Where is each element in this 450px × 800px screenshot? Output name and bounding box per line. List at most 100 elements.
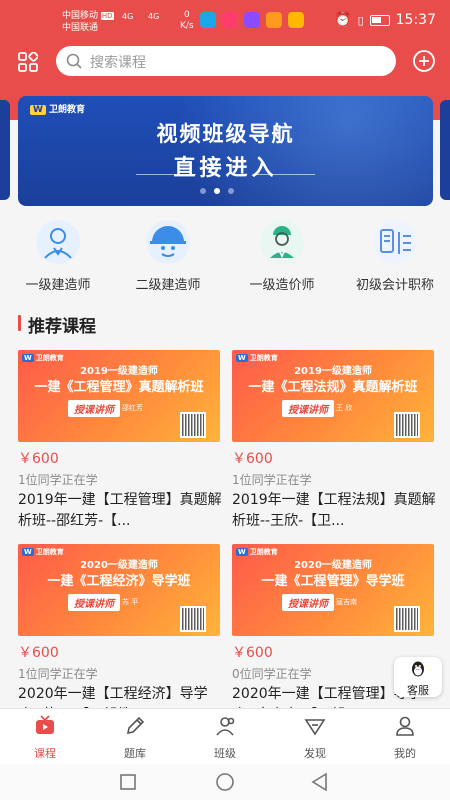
clock: 15:37 [395,12,436,28]
tab-label: 我的 [394,747,416,760]
carousel-dot[interactable] [228,188,234,194]
category-label: 一级造价师 [249,278,315,293]
thumb-title: 一建《工程经济》导学班 [47,574,191,589]
course-thumbnail[interactable]: W 卫朗教育 2020一级建造师 一建《工程管理》导学班 授课讲师 寇吉南 [232,544,434,636]
banner-headline: 视频班级导航 [156,122,295,146]
tab-class[interactable]: 班级 [180,715,270,761]
course-thumbnail[interactable]: W 卫朗教育 2019一级建造师 一建《工程法规》真题解析班 授课讲师 王 欣 [232,350,434,442]
top-bar: 搜索课程 [0,44,450,80]
thumb-tag: 授课讲师 [68,400,120,417]
qr-code-icon [394,412,420,438]
pencil-icon [126,716,145,735]
tab-label: 题库 [124,747,146,760]
category-grid-icon[interactable] [18,52,38,72]
carrier-secondary: 中国联通 [62,23,99,33]
app-notif-icon [244,12,260,28]
tab-label: 班级 [214,747,236,760]
net-speed: 0 K/s [180,10,194,32]
category-label: 初级会计职称 [355,278,434,293]
thumb-tag: 授课讲师 [68,594,120,611]
carousel-indicator [200,188,234,194]
logo-text: 卫朗教育 [48,105,85,115]
thumb-teacher: 寇吉南 [336,598,357,606]
category-item[interactable]: 一级造价师 [227,218,337,293]
hardhat-face-icon [146,220,190,264]
qq-penguin-icon [412,661,424,677]
discover-icon [304,719,326,736]
course-title[interactable]: 2019年一建【工程管理】真题解析班--邵红芳-【... [18,490,222,532]
category-item[interactable]: 二级建造师 [113,218,223,293]
app-notif-icon [288,12,304,28]
tab-discover[interactable]: 发现 [270,715,360,761]
thumb-subtitle: 2020一级建造师 [294,560,372,571]
app-notif-icon [200,12,216,28]
home-icon[interactable] [215,772,235,792]
course-card[interactable]: W 卫朗教育 2020一级建造师 一建《工程管理》导学班 授课讲师 寇吉南 ￥60… [232,544,436,726]
category-item[interactable]: 初级会计职称 [340,218,450,293]
net-speed-unit: K/s [180,21,194,31]
tab-profile[interactable]: 我的 [360,715,450,761]
carrier-info: 中国移动 HD 中国联通 [62,10,114,34]
group-icon [216,717,235,736]
engineer-avatar-icon [260,220,304,264]
customer-service-button[interactable]: 客服 [394,657,442,697]
recent-apps-icon[interactable] [118,772,138,792]
thumb-subtitle: 2019一级建造师 [80,366,158,377]
thumb-title: 一建《工程法规》真题解析班 [248,380,418,395]
system-nav-bar [0,764,450,800]
thumb-teacher: 王 欣 [336,404,353,412]
qr-code-icon [180,606,206,632]
section-title: 推荐课程 [18,312,96,337]
course-card[interactable]: W 卫朗教育 2020一级建造师 一建《工程经济》导学班 授课讲师 苏 平 ￥60… [18,544,222,726]
app-notif-icon [266,12,282,28]
thumb-subtitle: 2019一级建造师 [294,366,372,377]
thumb-title: 一建《工程管理》导学班 [261,574,405,589]
signal-4g-2: 4G [148,12,160,21]
course-learners: 1位同学正在学 [18,667,98,681]
category-label: 二级建造师 [135,278,201,293]
user-icon [396,716,414,736]
alarm-icon: ⏰ [334,12,352,28]
course-learners: 1位同学正在学 [232,473,312,487]
logo-mark: W [30,105,46,115]
carousel-dot-active[interactable] [214,188,220,194]
customer-service-label: 客服 [407,684,429,697]
search-input[interactable]: 搜索课程 [56,46,396,76]
course-price: ￥600 [18,645,59,661]
banner-next-peek[interactable] [440,100,450,200]
net-speed-value: 0 [183,10,190,20]
course-card[interactable]: W 卫朗教育 2019一级建造师 一建《工程法规》真题解析班 授课讲师 王 欣 ￥… [232,350,436,532]
course-title[interactable]: 2019年一建【工程法规】真题解析班--王欣-【卫... [232,490,436,532]
course-card[interactable]: W 卫朗教育 2019一级建造师 一建《工程管理》真题解析班 授课讲师 邵红芳 ￥… [18,350,222,532]
back-icon[interactable] [310,772,330,792]
qr-code-icon [394,606,420,632]
status-right: ⏰ ▯ 15:37 [334,12,436,28]
category-row: 一级建造师 二级建造师 一级造价师 初级会计职称 [0,218,450,298]
category-item[interactable]: 一级建造师 [3,218,113,293]
carrier-primary: 中国移动 [62,11,99,21]
signal-4g-1: 4G [122,12,134,21]
qr-code-icon [180,412,206,438]
tab-courses[interactable]: 课程 [0,715,90,761]
tab-label: 发现 [304,747,326,760]
tab-label: 课程 [34,747,56,760]
status-bar: 中国移动 HD 中国联通 4G 4G 0 K/s ⏰ ▯ 15:37 [0,0,450,44]
search-icon [66,53,82,69]
search-placeholder: 搜索课程 [90,55,146,71]
battery-icon [369,14,390,26]
add-icon[interactable] [412,49,436,73]
course-price: ￥600 [232,451,273,467]
tv-icon [36,715,54,734]
thumb-subtitle: 2020一级建造师 [80,560,158,571]
tab-question-bank[interactable]: 题库 [90,715,180,761]
banner-logo: W 卫朗教育 [30,102,85,115]
course-thumbnail[interactable]: W 卫朗教育 2020一级建造师 一建《工程经济》导学班 授课讲师 苏 平 [18,544,220,636]
hd-badge: HD [100,12,114,20]
course-price: ￥600 [18,451,59,467]
thumb-title: 一建《工程管理》真题解析班 [34,380,204,395]
banner-prev-peek[interactable] [0,100,10,200]
course-thumbnail[interactable]: W 卫朗教育 2019一级建造师 一建《工程管理》真题解析班 授课讲师 邵红芳 [18,350,220,442]
carousel-dot[interactable] [200,188,206,194]
banner-rule-right [255,174,315,175]
thumb-teacher: 苏 平 [122,598,139,606]
